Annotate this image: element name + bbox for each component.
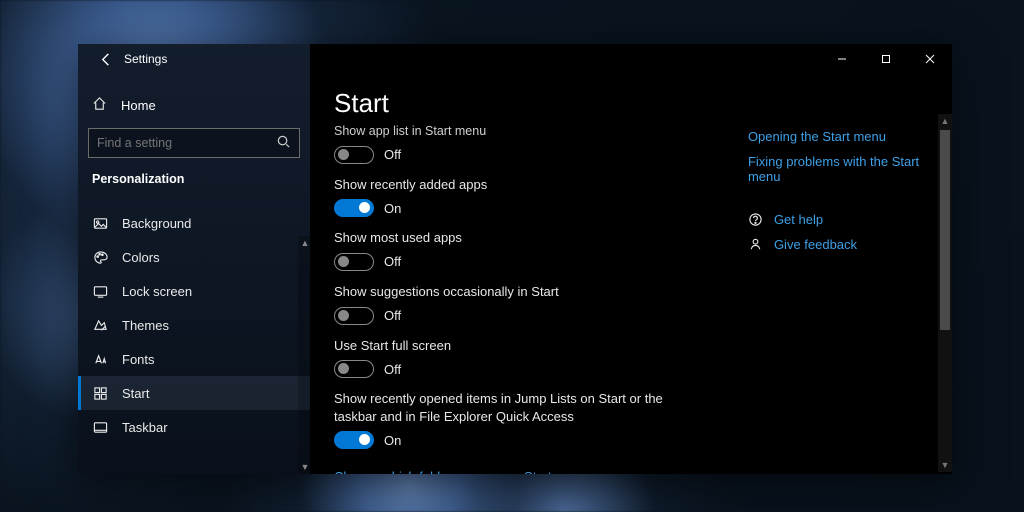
settings-column: Show app list in Start menu Off Show rec… — [334, 125, 708, 474]
choose-folders-link[interactable]: Choose which folders appear on Start — [334, 469, 552, 474]
window-controls — [820, 44, 952, 74]
home-icon — [92, 96, 107, 114]
window-title: Settings — [124, 52, 167, 66]
setting-label: Show most used apps — [334, 229, 684, 247]
setting-app-list: Show app list in Start menu Off — [334, 123, 708, 164]
main-content: Start Show app list in Start menu Off Sh… — [310, 44, 952, 474]
taskbar-icon — [92, 420, 108, 435]
minimize-button[interactable] — [820, 44, 864, 74]
toggle-state: Off — [384, 147, 401, 162]
feedback-icon — [748, 237, 764, 252]
setting-label: Show recently added apps — [334, 176, 684, 194]
toggle-app-list[interactable] — [334, 146, 374, 164]
sidebar-item-lock-screen[interactable]: Lock screen — [78, 274, 310, 308]
picture-icon — [92, 216, 108, 231]
sidebar-home-label: Home — [121, 98, 156, 113]
toggle-state: On — [384, 201, 401, 216]
sidebar-item-label: Colors — [122, 250, 160, 265]
sidebar-home[interactable]: Home — [78, 88, 310, 122]
sidebar-item-label: Background — [122, 216, 191, 231]
toggle-recently-added[interactable] — [334, 199, 374, 217]
start-icon — [92, 386, 108, 401]
sidebar-item-label: Lock screen — [122, 284, 192, 299]
sidebar-item-label: Fonts — [122, 352, 155, 367]
settings-window: Settings Home Personalization — [78, 44, 952, 474]
related-column: Opening the Start menu Fixing problems w… — [748, 125, 952, 474]
toggle-jump-lists[interactable] — [334, 431, 374, 449]
sidebar-nav-list: Background Colors Lock screen Themes — [78, 206, 310, 444]
palette-icon — [92, 250, 108, 265]
sidebar-item-label: Start — [122, 386, 149, 401]
get-help-label: Get help — [774, 212, 823, 227]
page-title: Start — [334, 88, 952, 119]
sidebar-item-taskbar[interactable]: Taskbar — [78, 410, 310, 444]
toggle-state: Off — [384, 362, 401, 377]
setting-suggestions: Show suggestions occasionally in Start O… — [334, 283, 708, 325]
fonts-icon — [92, 352, 108, 367]
themes-icon — [92, 318, 108, 333]
lock-screen-icon — [92, 284, 108, 299]
sidebar: Home Personalization Background Colors — [78, 44, 310, 474]
search-input-wrap[interactable] — [88, 128, 300, 158]
sidebar-item-label: Themes — [122, 318, 169, 333]
scroll-thumb[interactable] — [940, 130, 950, 330]
sidebar-item-colors[interactable]: Colors — [78, 240, 310, 274]
sidebar-item-fonts[interactable]: Fonts — [78, 342, 310, 376]
titlebar: Settings — [78, 44, 952, 74]
toggle-state: Off — [384, 308, 401, 323]
help-icon — [748, 212, 764, 227]
sidebar-group-header: Personalization — [78, 172, 310, 196]
setting-jump-lists: Show recently opened items in Jump Lists… — [334, 390, 708, 449]
search-input[interactable] — [97, 136, 276, 150]
give-feedback-row[interactable]: Give feedback — [748, 237, 952, 252]
scroll-up-icon[interactable]: ▲ — [938, 114, 952, 128]
setting-recently-added: Show recently added apps On — [334, 176, 708, 218]
search-icon — [276, 134, 291, 152]
toggle-most-used[interactable] — [334, 253, 374, 271]
scroll-down-icon[interactable]: ▼ — [938, 458, 952, 472]
related-link-open-start[interactable]: Opening the Start menu — [748, 129, 952, 144]
setting-label: Use Start full screen — [334, 337, 684, 355]
setting-most-used: Show most used apps Off — [334, 229, 708, 271]
sidebar-item-start[interactable]: Start — [78, 376, 310, 410]
toggle-suggestions[interactable] — [334, 307, 374, 325]
toggle-state: Off — [384, 254, 401, 269]
give-feedback-label: Give feedback — [774, 237, 857, 252]
related-link-fix-start[interactable]: Fixing problems with the Start menu — [748, 154, 952, 184]
main-scrollbar[interactable]: ▲ ▼ — [938, 114, 952, 472]
setting-label: Show suggestions occasionally in Start — [334, 283, 684, 301]
setting-label: Show app list in Start menu — [334, 123, 684, 140]
get-help-row[interactable]: Get help — [748, 212, 952, 227]
toggle-full-screen[interactable] — [334, 360, 374, 378]
toggle-state: On — [384, 433, 401, 448]
sidebar-item-label: Taskbar — [122, 420, 168, 435]
back-icon[interactable] — [92, 52, 120, 67]
sidebar-item-background[interactable]: Background — [78, 206, 310, 240]
maximize-button[interactable] — [864, 44, 908, 74]
setting-full-screen: Use Start full screen Off — [334, 337, 708, 379]
sidebar-item-themes[interactable]: Themes — [78, 308, 310, 342]
close-button[interactable] — [908, 44, 952, 74]
setting-label: Show recently opened items in Jump Lists… — [334, 390, 684, 425]
